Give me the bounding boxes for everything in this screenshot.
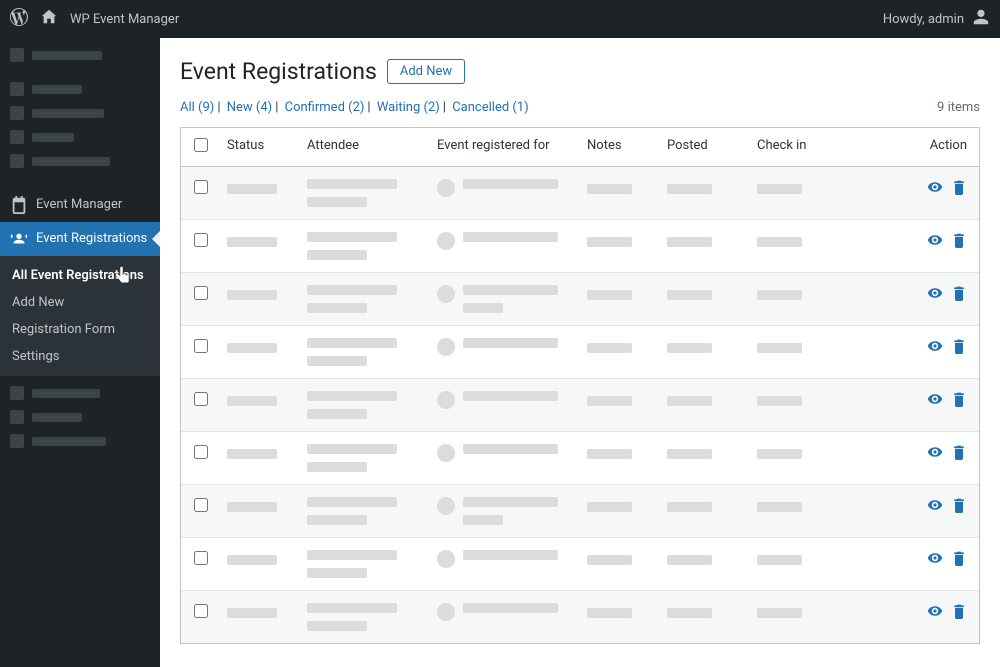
page-title: Event Registrations [180,58,377,85]
main-content: Event Registrations Add New All (9)| New… [160,38,1000,667]
row-checkbox[interactable] [194,339,208,353]
col-attendee[interactable]: Attendee [301,138,431,153]
site-title[interactable]: WP Event Manager [70,12,179,27]
col-checkin[interactable]: Check in [751,138,881,153]
sidebar-item-event-registrations[interactable]: Event Registrations [0,222,160,256]
table-row [181,485,979,538]
trash-icon[interactable] [951,497,967,517]
view-icon[interactable] [927,391,943,411]
filter-waiting[interactable]: Waiting (2) [377,100,440,115]
table-row [181,220,979,273]
admin-sidebar: Event Manager Event Registrations All Ev… [0,38,160,667]
row-checkbox[interactable] [194,392,208,406]
filter-cancelled[interactable]: Cancelled (1) [452,100,528,115]
table-header: Status Attendee Event registered for Not… [181,128,979,167]
sidebar-subitem-settings[interactable]: Settings [0,343,160,370]
col-posted[interactable]: Posted [661,138,751,153]
trash-icon[interactable] [951,444,967,464]
table-row [181,591,979,643]
row-checkbox[interactable] [194,233,208,247]
home-icon[interactable] [40,8,58,30]
view-icon[interactable] [927,232,943,252]
trash-icon[interactable] [951,391,967,411]
col-action: Action [881,138,979,153]
view-icon[interactable] [927,603,943,623]
filter-all[interactable]: All (9) [180,100,214,115]
view-icon[interactable] [927,285,943,305]
table-row [181,273,979,326]
view-icon[interactable] [927,338,943,358]
trash-icon[interactable] [951,232,967,252]
table-row [181,432,979,485]
cursor-pointer-icon [114,266,130,290]
trash-icon[interactable] [951,179,967,199]
add-new-button[interactable]: Add New [387,59,465,84]
row-checkbox[interactable] [194,551,208,565]
wordpress-logo-icon[interactable] [10,8,28,30]
view-icon[interactable] [927,497,943,517]
select-all-checkbox[interactable] [194,138,208,152]
table-row [181,538,979,591]
sidebar-subitem-all-registrations[interactable]: All Event Registrations [0,262,160,289]
trash-icon[interactable] [951,338,967,358]
items-count: 9 items [937,100,980,115]
row-checkbox[interactable] [194,604,208,618]
row-checkbox[interactable] [194,445,208,459]
sidebar-subitem-add-new[interactable]: Add New [0,289,160,316]
table-row [181,326,979,379]
filter-confirmed[interactable]: Confirmed (2) [285,100,365,115]
sidebar-label-event-manager: Event Manager [36,197,122,214]
registrations-table: Status Attendee Event registered for Not… [180,127,980,644]
user-greeting[interactable]: Howdy, admin [883,12,964,27]
trash-icon[interactable] [951,285,967,305]
col-event[interactable]: Event registered for [431,138,581,153]
col-notes[interactable]: Notes [581,138,661,153]
sidebar-label-event-registrations: Event Registrations [36,231,147,248]
user-avatar-icon[interactable] [972,8,990,30]
table-row [181,379,979,432]
admin-top-bar: WP Event Manager Howdy, admin [0,0,1000,38]
row-checkbox[interactable] [194,286,208,300]
view-icon[interactable] [927,444,943,464]
trash-icon[interactable] [951,603,967,623]
sidebar-item-event-manager[interactable]: Event Manager [0,188,160,222]
col-status[interactable]: Status [221,138,301,153]
trash-icon[interactable] [951,550,967,570]
row-checkbox[interactable] [194,180,208,194]
table-row [181,167,979,220]
sidebar-submenu: All Event Registrations Add New Registra… [0,256,160,376]
row-checkbox[interactable] [194,498,208,512]
view-icon[interactable] [927,179,943,199]
view-icon[interactable] [927,550,943,570]
status-filters: All (9)| New (4)| Confirmed (2)| Waiting… [180,100,529,115]
filter-new[interactable]: New (4) [227,100,272,115]
sidebar-subitem-registration-form[interactable]: Registration Form [0,316,160,343]
